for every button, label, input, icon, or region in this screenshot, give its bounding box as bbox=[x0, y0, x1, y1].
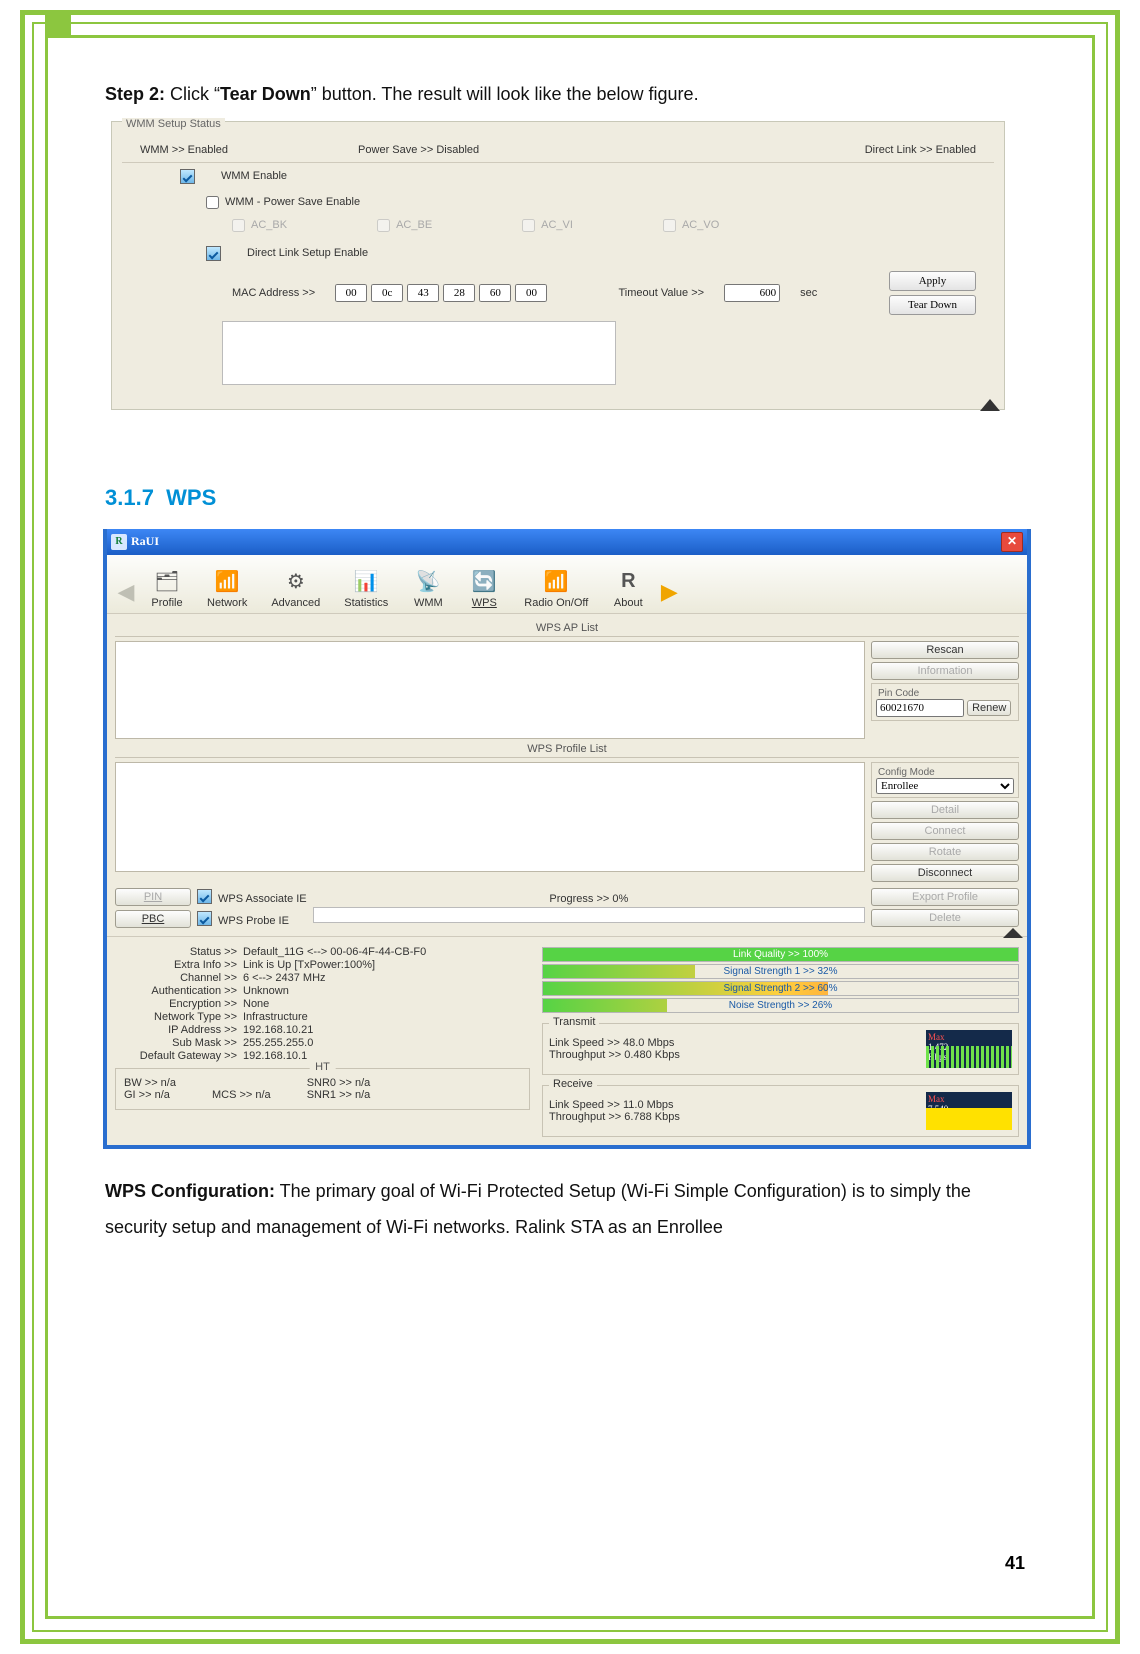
renew-button[interactable]: Renew bbox=[967, 700, 1011, 716]
progress-label: Progress >> 0% bbox=[313, 893, 865, 905]
wps-ap-list[interactable] bbox=[115, 641, 865, 739]
mac-address-label: MAC Address >> bbox=[232, 287, 315, 299]
toolbar: ◀ 🗂Profile 📶Network ⚙Advanced 📊Statistic… bbox=[107, 555, 1027, 614]
link-status-panel: Status >>Default_11G <--> 00-06-4F-44-CB… bbox=[115, 945, 530, 1137]
pin-code-input[interactable] bbox=[876, 699, 964, 717]
mac-input-4[interactable] bbox=[479, 284, 511, 302]
detail-button: Detail bbox=[871, 801, 1019, 819]
apply-button[interactable]: Apply bbox=[889, 271, 976, 291]
mac-input-2[interactable] bbox=[407, 284, 439, 302]
app-icon: R bbox=[111, 534, 127, 550]
tab-network[interactable]: 📶Network bbox=[195, 567, 259, 611]
connect-button: Connect bbox=[871, 822, 1019, 840]
pbc-button[interactable]: PBC bbox=[115, 910, 191, 928]
pin-button: PIN bbox=[115, 888, 191, 906]
ac-bk-checkbox bbox=[232, 219, 245, 232]
nav-left-icon[interactable]: ◀ bbox=[113, 573, 139, 611]
export-profile-button: Export Profile bbox=[871, 888, 1019, 906]
tab-statistics[interactable]: 📊Statistics bbox=[332, 567, 400, 611]
ht-group: HT BW >> n/a GI >> n/a MCS >> n/a SNR0 >… bbox=[115, 1068, 530, 1110]
mac-input-3[interactable] bbox=[443, 284, 475, 302]
receive-group: Receive Link Speed >> 11.0 Mbps Throughp… bbox=[542, 1085, 1019, 1137]
wps-icon: 🔄 bbox=[468, 569, 500, 595]
config-mode-select[interactable]: Enrollee bbox=[876, 778, 1014, 794]
wps-configuration-text: WPS Configuration: The primary goal of W… bbox=[105, 1173, 1035, 1245]
nav-right-icon[interactable]: ▶ bbox=[656, 573, 682, 611]
tab-advanced[interactable]: ⚙Advanced bbox=[259, 567, 332, 611]
ac-vi-checkbox bbox=[522, 219, 535, 232]
collapse-up-icon[interactable] bbox=[1003, 928, 1023, 938]
power-save-status: Power Save >> Disabled bbox=[358, 144, 479, 156]
raui-window: R RaUI ✕ ◀ 🗂Profile 📶Network ⚙Advanced 📊… bbox=[103, 529, 1031, 1149]
tear-down-button[interactable]: Tear Down bbox=[889, 295, 976, 315]
tab-about[interactable]: RAbout bbox=[600, 567, 656, 611]
wps-probe-ie-checkbox[interactable] bbox=[197, 911, 212, 926]
statistics-icon: 📊 bbox=[350, 569, 382, 595]
wmm-status: WMM >> Enabled bbox=[140, 144, 228, 156]
radio-icon: 📶 bbox=[540, 569, 572, 595]
direct-link-list[interactable] bbox=[222, 321, 616, 385]
wps-associate-ie-checkbox[interactable] bbox=[197, 889, 212, 904]
noise-strength-bar: Noise Strength >> 26% bbox=[542, 998, 1019, 1013]
information-button: Information bbox=[871, 662, 1019, 680]
wmm-enable-label: WMM Enable bbox=[221, 170, 287, 182]
network-icon: 📶 bbox=[211, 569, 243, 595]
section-heading: 3.1.7 WPS bbox=[105, 480, 1035, 515]
power-save-enable-checkbox[interactable] bbox=[206, 196, 219, 209]
gear-icon: ⚙ bbox=[280, 569, 312, 595]
wps-profile-list[interactable] bbox=[115, 762, 865, 872]
tear-down-ref: Tear Down bbox=[220, 84, 311, 104]
step-2-instruction: Step 2: Click “Tear Down” button. The re… bbox=[105, 80, 1035, 109]
expand-up-icon[interactable] bbox=[980, 399, 1000, 411]
direct-link-enable-checkbox[interactable] bbox=[206, 246, 221, 261]
window-title: RaUI bbox=[131, 534, 159, 549]
timeout-label: Timeout Value >> bbox=[618, 287, 704, 299]
wps-profile-list-label: WPS Profile List bbox=[115, 743, 1019, 755]
pin-code-group: Pin Code Renew bbox=[871, 683, 1019, 721]
tab-profile[interactable]: 🗂Profile bbox=[139, 567, 195, 611]
direct-link-status: Direct Link >> Enabled bbox=[865, 144, 976, 156]
signal-strength-2-bar: Signal Strength 2 >> 60% bbox=[542, 981, 1019, 996]
mac-input-0[interactable] bbox=[335, 284, 367, 302]
about-icon: R bbox=[612, 569, 644, 595]
progress-bar bbox=[313, 907, 865, 923]
transmit-graph: Max 1.472Kbps bbox=[926, 1030, 1012, 1068]
signal-strength-1-bar: Signal Strength 1 >> 32% bbox=[542, 964, 1019, 979]
mac-input-1[interactable] bbox=[371, 284, 403, 302]
page-number: 41 bbox=[1005, 1553, 1025, 1574]
mac-input-5[interactable] bbox=[515, 284, 547, 302]
wmm-enable-checkbox[interactable] bbox=[180, 169, 195, 184]
close-icon[interactable]: ✕ bbox=[1001, 532, 1023, 552]
disconnect-button[interactable]: Disconnect bbox=[871, 864, 1019, 882]
rotate-button: Rotate bbox=[871, 843, 1019, 861]
transmit-group: Transmit Link Speed >> 48.0 Mbps Through… bbox=[542, 1023, 1019, 1075]
tab-wmm[interactable]: 📡WMM bbox=[400, 567, 456, 611]
wmm-setup-status-panel: WMM Setup Status WMM >> Enabled Power Sa… bbox=[111, 121, 1005, 410]
wmm-group-title: WMM Setup Status bbox=[122, 118, 225, 130]
profile-icon: 🗂 bbox=[151, 569, 183, 595]
titlebar: R RaUI ✕ bbox=[107, 529, 1027, 555]
step-label: Step 2: bbox=[105, 84, 165, 104]
config-mode-group: Config Mode Enrollee bbox=[871, 762, 1019, 798]
timeout-unit: sec bbox=[800, 287, 817, 299]
wmm-icon: 📡 bbox=[412, 569, 444, 595]
receive-graph: Max 7.540Kbps bbox=[926, 1092, 1012, 1130]
ac-vo-checkbox bbox=[663, 219, 676, 232]
tab-wps[interactable]: 🔄WPS bbox=[456, 567, 512, 611]
tab-radio[interactable]: 📶Radio On/Off bbox=[512, 567, 600, 611]
direct-link-enable-label: Direct Link Setup Enable bbox=[247, 247, 368, 259]
ac-be-checkbox bbox=[377, 219, 390, 232]
timeout-value-input[interactable] bbox=[724, 284, 780, 302]
rescan-button[interactable]: Rescan bbox=[871, 641, 1019, 659]
wps-ap-list-label: WPS AP List bbox=[115, 622, 1019, 634]
delete-button: Delete bbox=[871, 909, 1019, 927]
link-quality-bar: Link Quality >> 100% bbox=[542, 947, 1019, 962]
